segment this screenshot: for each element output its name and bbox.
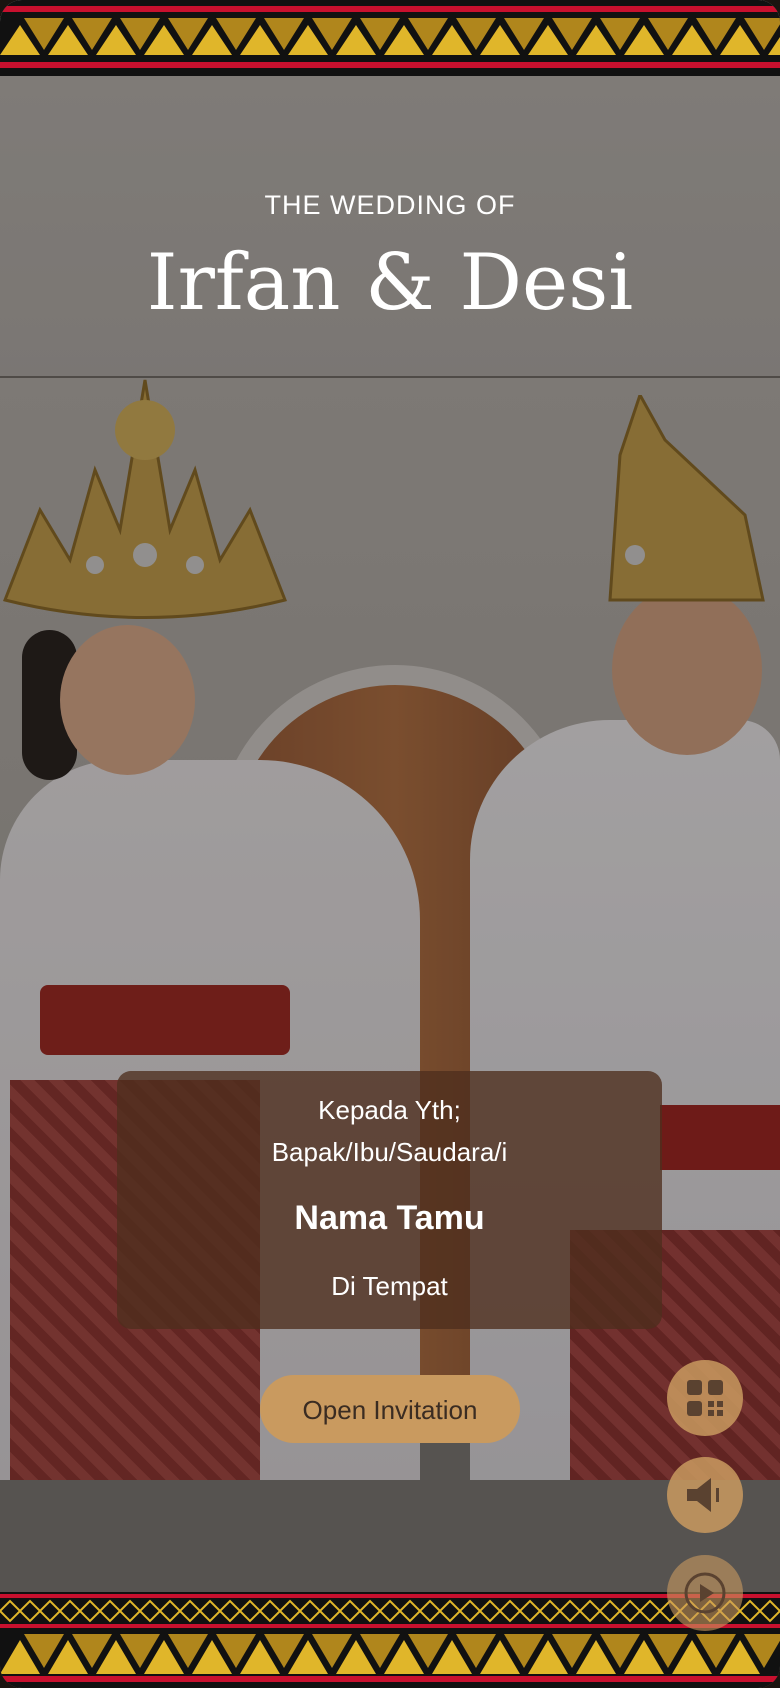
greeting-line-1: Kepada Yth; <box>318 1095 461 1125</box>
couple-names-title: Irfan & Desi <box>146 238 634 328</box>
open-invitation-button[interactable]: Open Invitation <box>260 1375 520 1443</box>
wedding-subtitle: THE WEDDING OF <box>264 190 516 220</box>
bottom-ornament-border <box>0 1592 780 1688</box>
location-line: Di Tempat <box>331 1271 448 1301</box>
greeting-line-2: Bapak/Ibu/Saudara/i <box>271 1137 508 1167</box>
guest-card: Kepada Yth; Bapak/Ibu/Saudara/i Nama Tam… <box>117 1071 662 1329</box>
top-ornament-border <box>0 0 780 76</box>
play-button[interactable] <box>667 1555 743 1631</box>
qr-code-icon <box>687 1380 723 1416</box>
guest-name: Nama Tamu <box>294 1199 485 1237</box>
invitation-cover-screen: THE WEDDING OF Irfan & Desi Kepada Yth; … <box>0 0 780 1688</box>
play-icon <box>684 1572 726 1614</box>
qr-code-button[interactable] <box>667 1360 743 1436</box>
speaker-icon <box>687 1478 719 1512</box>
sound-toggle-button[interactable] <box>667 1457 743 1533</box>
